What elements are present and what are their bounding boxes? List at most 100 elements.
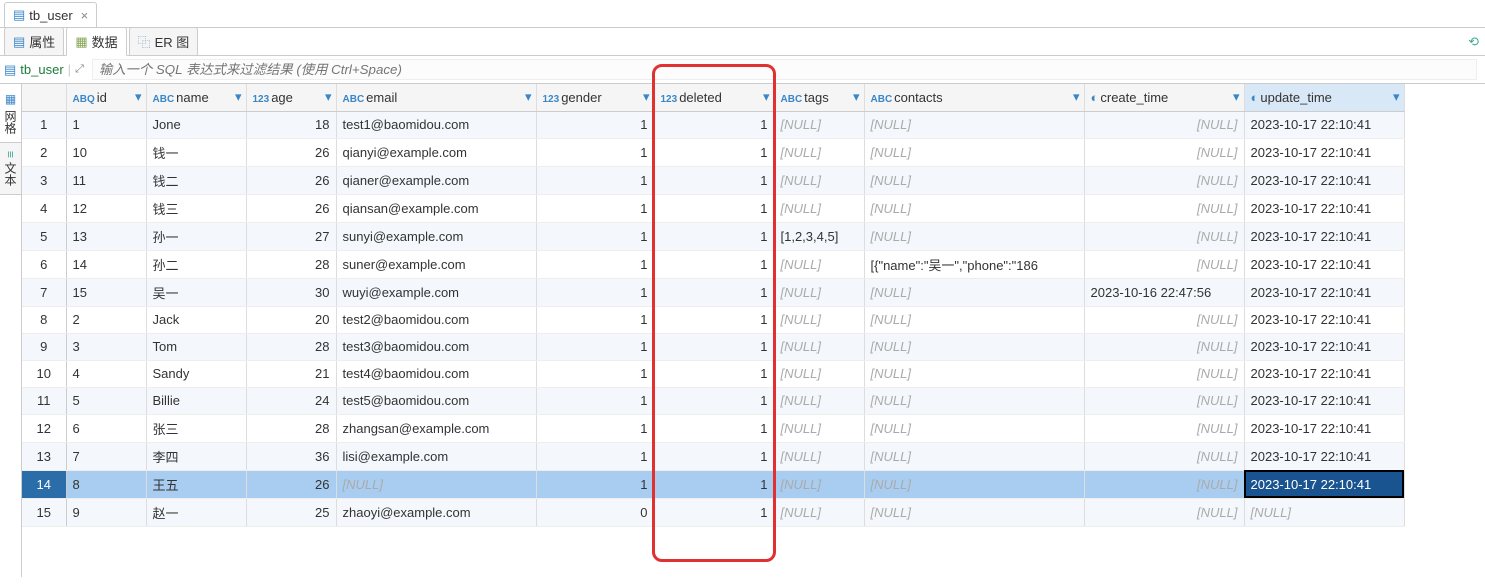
mode-grid[interactable]: ▦ 网格	[0, 84, 21, 143]
cell-age[interactable]: 26	[246, 166, 336, 194]
cell-id[interactable]: 9	[66, 498, 146, 526]
cell-create_time[interactable]: [NULL]	[1084, 442, 1244, 470]
column-header-update_time[interactable]: update_time▾	[1244, 84, 1404, 111]
cell-id[interactable]: 15	[66, 278, 146, 306]
cell-deleted[interactable]: 1	[654, 222, 774, 250]
cell-tags[interactable]: [NULL]	[774, 442, 864, 470]
cell-email[interactable]: test2@baomidou.com	[336, 306, 536, 333]
cell-email[interactable]: test1@baomidou.com	[336, 111, 536, 138]
cell-gender[interactable]: 1	[536, 360, 654, 387]
cell-create_time[interactable]: [NULL]	[1084, 166, 1244, 194]
cell-update_time[interactable]: 2023-10-17 22:10:41	[1244, 442, 1404, 470]
cell-contacts[interactable]: [NULL]	[864, 498, 1084, 526]
cell-deleted[interactable]: 1	[654, 414, 774, 442]
table-row[interactable]: 148王五26[NULL]11[NULL][NULL][NULL]2023-10…	[22, 470, 1404, 498]
cell-gender[interactable]: 1	[536, 166, 654, 194]
cell-deleted[interactable]: 1	[654, 278, 774, 306]
cell-id[interactable]: 10	[66, 138, 146, 166]
funnel-icon[interactable]: ▾	[525, 89, 532, 105]
cell-id[interactable]: 14	[66, 250, 146, 278]
funnel-icon[interactable]: ▾	[643, 89, 650, 105]
column-header-tags[interactable]: ABCtags▾	[774, 84, 864, 111]
cell-email[interactable]: qianyi@example.com	[336, 138, 536, 166]
cell-email[interactable]: qianer@example.com	[336, 166, 536, 194]
column-header-contacts[interactable]: ABCcontacts▾	[864, 84, 1084, 111]
cell-id[interactable]: 1	[66, 111, 146, 138]
cell-deleted[interactable]: 1	[654, 166, 774, 194]
column-header-id[interactable]: ABQid▾	[66, 84, 146, 111]
tab-er-diagram[interactable]: ⿻ ER 图	[129, 27, 199, 55]
cell-email[interactable]: zhangsan@example.com	[336, 414, 536, 442]
cell-email[interactable]: sunyi@example.com	[336, 222, 536, 250]
cell-gender[interactable]: 1	[536, 306, 654, 333]
cell-id[interactable]: 2	[66, 306, 146, 333]
funnel-icon[interactable]: ▾	[1393, 89, 1400, 105]
row-number[interactable]: 4	[22, 194, 66, 222]
row-number[interactable]: 7	[22, 278, 66, 306]
cell-gender[interactable]: 1	[536, 194, 654, 222]
cell-create_time[interactable]: [NULL]	[1084, 470, 1244, 498]
table-row[interactable]: 82Jack20test2@baomidou.com11[NULL][NULL]…	[22, 306, 1404, 333]
table-row[interactable]: 93Tom28test3@baomidou.com11[NULL][NULL][…	[22, 333, 1404, 360]
cell-create_time[interactable]: [NULL]	[1084, 306, 1244, 333]
cell-tags[interactable]: [NULL]	[774, 138, 864, 166]
cell-deleted[interactable]: 1	[654, 333, 774, 360]
column-header-gender[interactable]: 123gender▾	[536, 84, 654, 111]
table-row[interactable]: 159赵一25zhaoyi@example.com01[NULL][NULL][…	[22, 498, 1404, 526]
cell-name[interactable]: 吴一	[146, 278, 246, 306]
cell-name[interactable]: 钱二	[146, 166, 246, 194]
cell-update_time[interactable]: 2023-10-17 22:10:41	[1244, 111, 1404, 138]
cell-name[interactable]: 王五	[146, 470, 246, 498]
column-header-deleted[interactable]: 123deleted▾	[654, 84, 774, 111]
cell-id[interactable]: 8	[66, 470, 146, 498]
table-row[interactable]: 104Sandy21test4@baomidou.com11[NULL][NUL…	[22, 360, 1404, 387]
cell-gender[interactable]: 1	[536, 387, 654, 414]
cell-age[interactable]: 18	[246, 111, 336, 138]
table-row[interactable]: 126张三28zhangsan@example.com11[NULL][NULL…	[22, 414, 1404, 442]
cell-contacts[interactable]: [NULL]	[864, 166, 1084, 194]
funnel-icon[interactable]: ▾	[1073, 89, 1080, 105]
cell-deleted[interactable]: 1	[654, 360, 774, 387]
cell-name[interactable]: 钱一	[146, 138, 246, 166]
cell-gender[interactable]: 1	[536, 278, 654, 306]
cell-email[interactable]: suner@example.com	[336, 250, 536, 278]
cell-tags[interactable]: [NULL]	[774, 166, 864, 194]
row-number[interactable]: 15	[22, 498, 66, 526]
table-row[interactable]: 412钱三26qiansan@example.com11[NULL][NULL]…	[22, 194, 1404, 222]
funnel-icon[interactable]: ▾	[1233, 89, 1240, 105]
cell-create_time[interactable]: [NULL]	[1084, 387, 1244, 414]
cell-update_time[interactable]: [NULL]	[1244, 498, 1404, 526]
row-number[interactable]: 10	[22, 360, 66, 387]
cell-name[interactable]: 张三	[146, 414, 246, 442]
cell-name[interactable]: 孙二	[146, 250, 246, 278]
cell-tags[interactable]: [NULL]	[774, 498, 864, 526]
cell-deleted[interactable]: 1	[654, 250, 774, 278]
column-header-name[interactable]: ABCname▾	[146, 84, 246, 111]
row-number[interactable]: 3	[22, 166, 66, 194]
cell-email[interactable]: lisi@example.com	[336, 442, 536, 470]
cell-contacts[interactable]: [NULL]	[864, 222, 1084, 250]
cell-tags[interactable]: [NULL]	[774, 278, 864, 306]
cell-create_time[interactable]: [NULL]	[1084, 194, 1244, 222]
cell-update_time[interactable]: 2023-10-17 22:10:41	[1244, 387, 1404, 414]
cell-update_time[interactable]: 2023-10-17 22:10:41	[1244, 360, 1404, 387]
cell-contacts[interactable]: [NULL]	[864, 278, 1084, 306]
cell-create_time[interactable]: [NULL]	[1084, 222, 1244, 250]
cell-gender[interactable]: 1	[536, 414, 654, 442]
cell-deleted[interactable]: 1	[654, 470, 774, 498]
cell-age[interactable]: 30	[246, 278, 336, 306]
row-number[interactable]: 13	[22, 442, 66, 470]
cell-name[interactable]: Sandy	[146, 360, 246, 387]
funnel-icon[interactable]: ▾	[325, 89, 332, 105]
table-row[interactable]: 137李四36lisi@example.com11[NULL][NULL][NU…	[22, 442, 1404, 470]
row-number-header[interactable]	[22, 84, 66, 111]
cell-update_time[interactable]: 2023-10-17 22:10:41	[1244, 333, 1404, 360]
cell-deleted[interactable]: 1	[654, 194, 774, 222]
column-header-create_time[interactable]: create_time▾	[1084, 84, 1244, 111]
cell-create_time[interactable]: [NULL]	[1084, 333, 1244, 360]
cell-gender[interactable]: 0	[536, 498, 654, 526]
cell-name[interactable]: Billie	[146, 387, 246, 414]
funnel-icon[interactable]: ▾	[763, 89, 770, 105]
cell-id[interactable]: 4	[66, 360, 146, 387]
cell-gender[interactable]: 1	[536, 138, 654, 166]
